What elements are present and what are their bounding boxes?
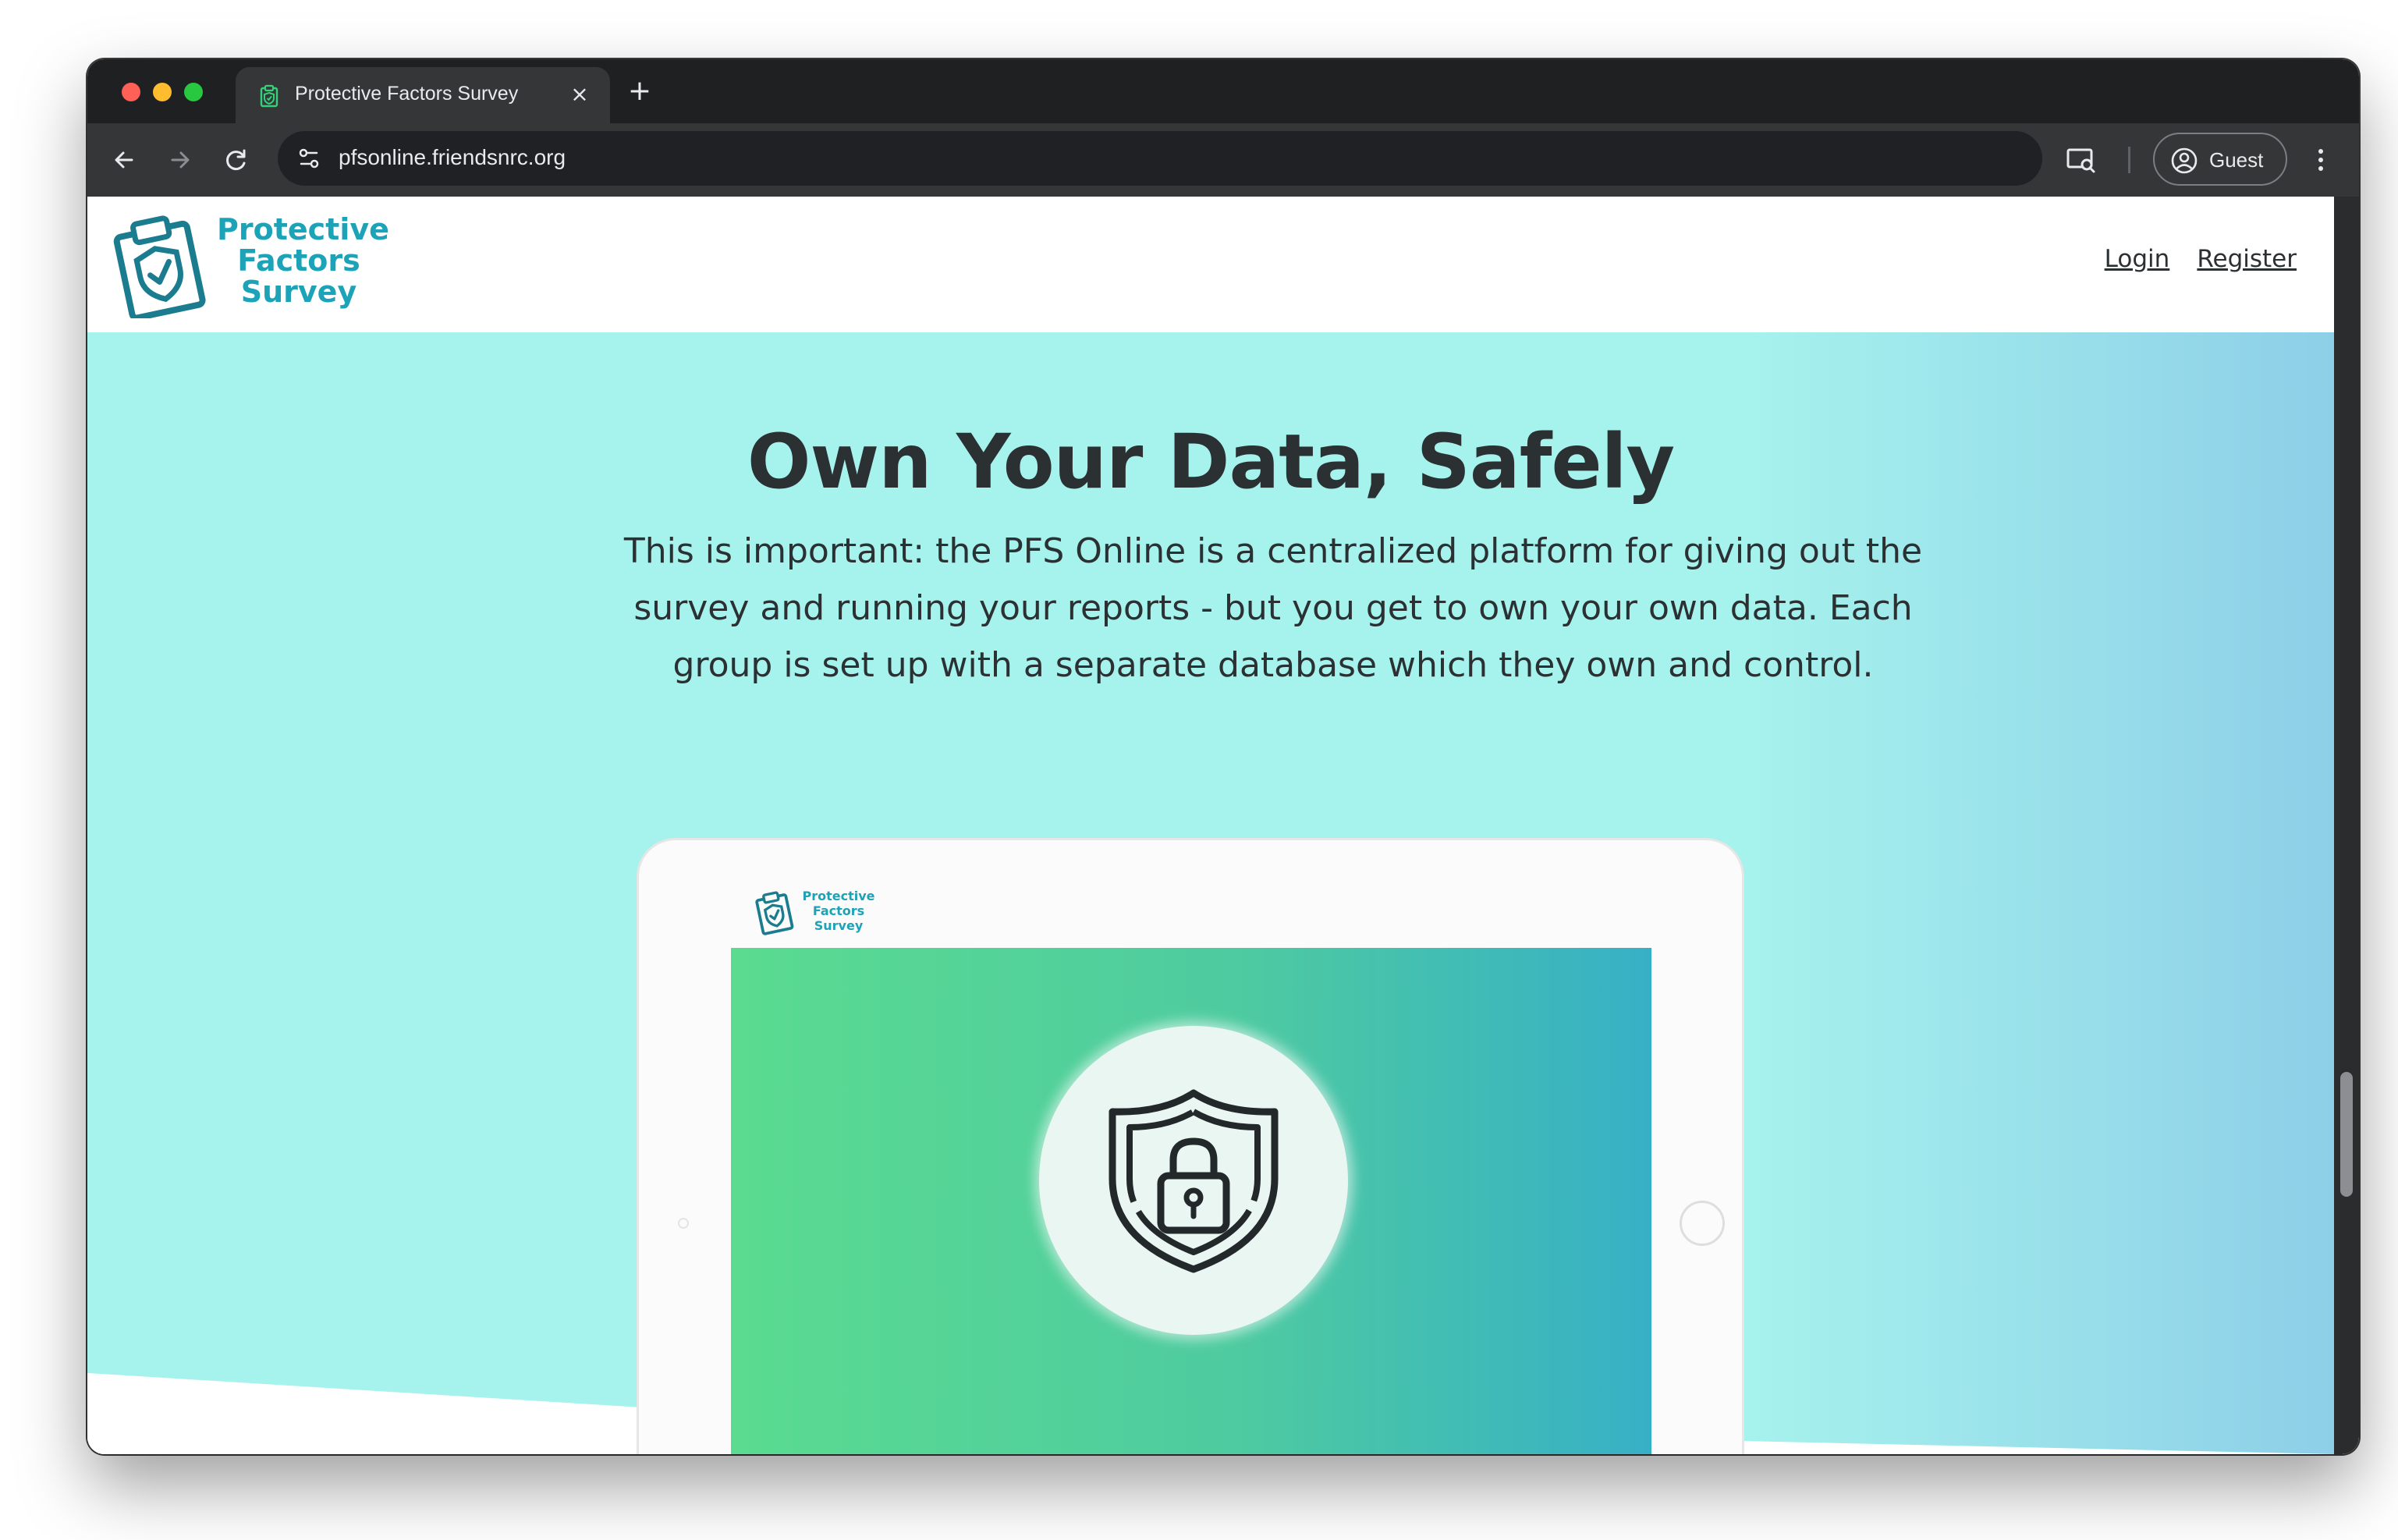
active-tab[interactable]: Protective Factors Survey × (236, 67, 610, 123)
page-viewport: Protective Factors Survey Login Register… (87, 197, 2359, 1454)
reload-icon (226, 149, 246, 171)
new-tab-button[interactable]: + (623, 75, 657, 109)
logo-line-2: Factors (237, 243, 360, 278)
clipboard-shield-icon (260, 84, 278, 108)
tablet-mockup: Protective Factors Survey (637, 838, 1744, 1454)
site-header: Protective Factors Survey Login Register (87, 197, 2334, 332)
tab-close-icon[interactable]: × (565, 80, 594, 109)
tablet-home-button (1680, 1201, 1725, 1246)
tab-title: Protective Factors Survey (295, 83, 519, 105)
tune-icon[interactable] (292, 141, 326, 176)
hero-title: Own Your Data, Safely (747, 418, 1675, 506)
cast-icon[interactable] (2061, 140, 2100, 179)
tablet-logo: Protective Factors Survey (754, 889, 887, 939)
forward-button[interactable] (162, 142, 198, 178)
login-link[interactable]: Login (2105, 245, 2170, 273)
logo-wordmark: Protective Factors Survey (217, 212, 389, 309)
shield-lock-icon (1109, 1089, 1279, 1273)
security-illustration (1039, 1026, 1348, 1335)
tablet-logo-line-3: Survey (814, 918, 864, 933)
toolbar-divider (2128, 147, 2130, 173)
clipboard-shield-logo-icon (755, 891, 794, 935)
arrow-left-icon (115, 151, 133, 169)
url-text[interactable]: pfsonline.friendsnrc.org (339, 145, 566, 170)
logo-line-1: Protective (217, 212, 389, 247)
reload-button[interactable] (218, 142, 254, 178)
profile-button[interactable]: Guest (2153, 133, 2287, 186)
address-bar[interactable]: pfsonline.friendsnrc.org (278, 131, 2042, 186)
page-scrollbar[interactable] (2334, 197, 2359, 1454)
hero-description: This is important: the PFS Online is a c… (623, 531, 1923, 685)
register-link[interactable]: Register (2197, 245, 2297, 273)
browser-window: Protective Factors Survey × + pfsonline.… (87, 59, 2359, 1454)
tablet-camera (678, 1218, 689, 1229)
logo-line-3: Survey (240, 275, 357, 309)
site-logo[interactable]: Protective Factors Survey (111, 212, 389, 318)
vertical-dots-icon[interactable] (2301, 140, 2340, 179)
tablet-logo-line-2: Factors (812, 903, 865, 918)
back-button[interactable] (106, 142, 142, 178)
maximize-window-button[interactable] (184, 83, 203, 101)
person-circle-icon (2171, 147, 2198, 174)
close-window-button[interactable] (122, 83, 140, 101)
tablet-logo-wordmark: Protective Factors Survey (795, 889, 882, 933)
profile-label: Guest (2209, 148, 2264, 172)
tablet-logo-line-1: Protective (802, 889, 875, 903)
arrow-right-icon (171, 151, 190, 169)
minimize-window-button[interactable] (153, 83, 172, 101)
tablet-screen (731, 948, 1651, 1454)
header-nav: Login Register (2081, 245, 2297, 273)
scrollbar-thumb[interactable] (2340, 1072, 2353, 1197)
hero-section: Own Your Data, Safely This is important:… (87, 332, 2334, 1454)
tab-strip: Protective Factors Survey × + (87, 59, 2359, 123)
browser-toolbar: pfsonline.friendsnrc.org Guest (87, 123, 2359, 197)
clipboard-shield-logo-icon (113, 215, 206, 318)
